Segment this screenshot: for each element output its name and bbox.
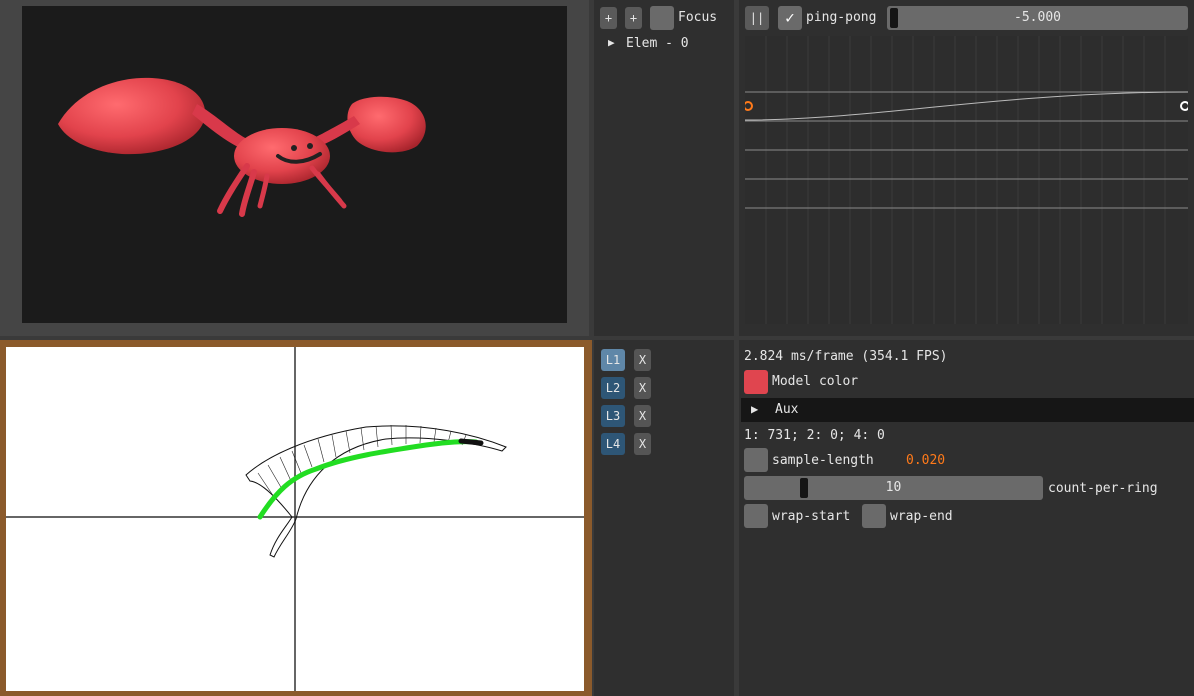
wrap-start-label: wrap-start [772,509,851,524]
path-editor-canvas[interactable] [6,347,584,691]
time-slider[interactable]: -5.000 [887,6,1188,30]
properties-panel: 2.824 ms/frame (354.1 FPS) Model color ▶… [739,340,1194,696]
layers-panel: L1 X L2 X L3 X L4 X [594,340,734,696]
add-button-2[interactable]: + [625,7,642,29]
pause-button[interactable]: || [745,6,769,30]
path-editor-drawing [6,347,584,691]
count-per-ring-value: 10 [885,480,902,495]
3d-viewport[interactable] [22,6,567,323]
aux-section-header[interactable]: ▶ Aux [741,398,1194,422]
model-color-swatch[interactable] [744,370,768,394]
crab-model [58,77,426,217]
add-button-1[interactable]: + [600,7,617,29]
layer-close-button-1[interactable]: X [634,349,651,371]
layer-close-button-3[interactable]: X [634,405,651,427]
time-slider-value: -5.000 [1014,10,1061,25]
aux-label: Aux [775,402,799,417]
ping-pong-checkbox[interactable]: ✓ [778,6,802,30]
expand-arrow-icon[interactable]: ▶ [608,36,615,49]
count-per-ring-slider[interactable]: 10 [744,476,1043,500]
curve-graph-canvas [745,36,1188,324]
keyframe-start-marker[interactable] [745,101,753,111]
model-color-label: Model color [772,374,859,389]
aux-expand-icon[interactable]: ▶ [751,402,758,416]
layer-button-4[interactable]: L4 [601,433,625,455]
tree-panel: + + Focus ▶ Elem - 0 [594,0,734,336]
sample-length-label: sample-length [772,453,874,468]
counts-readout: 1: 731; 2: 0; 4: 0 [744,428,885,443]
layer-button-3[interactable]: L3 [601,405,625,427]
wrap-end-checkbox[interactable] [862,504,886,528]
sample-length-value[interactable]: 0.020 [906,453,945,468]
timeline-panel: || ✓ ping-pong -5.000 [739,0,1194,336]
layer-close-button-2[interactable]: X [634,377,651,399]
wrap-end-label: wrap-end [890,509,953,524]
sample-length-checkbox[interactable] [744,448,768,472]
keyframe-end-marker[interactable] [1180,101,1188,111]
tree-item-elem-0[interactable]: Elem - 0 [626,36,689,51]
ping-pong-label: ping-pong [806,10,877,25]
focus-checkbox[interactable] [650,6,674,30]
viewport-panel [0,0,589,336]
wrap-start-checkbox[interactable] [744,504,768,528]
frame-stats: 2.824 ms/frame (354.1 FPS) [744,349,948,364]
count-per-ring-label: count-per-ring [1048,481,1158,496]
curve-graph[interactable] [745,36,1188,324]
layer-button-2[interactable]: L2 [601,377,625,399]
layer-close-button-4[interactable]: X [634,433,651,455]
focus-label: Focus [678,10,718,25]
layer-button-1[interactable]: L1 [601,349,625,371]
editor-panel [0,340,592,696]
